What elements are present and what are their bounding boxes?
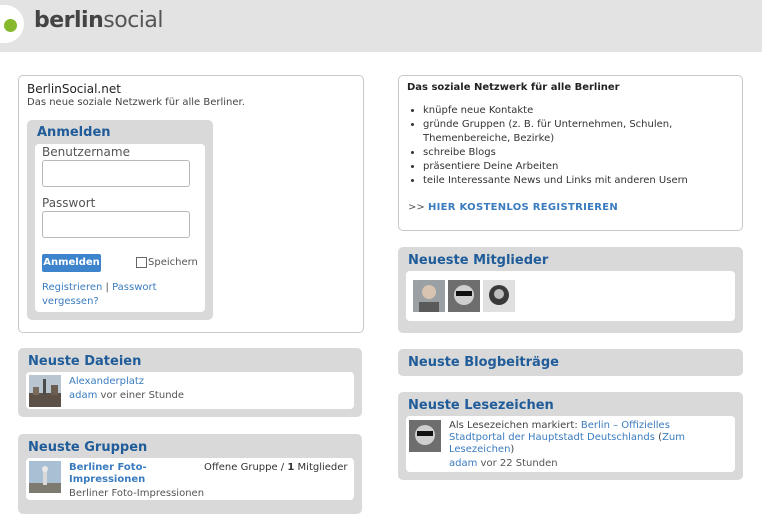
remember-checkbox[interactable]: [136, 257, 147, 268]
group-item: Berliner Foto-Impressionen Offene Gruppe…: [26, 458, 354, 500]
password-input[interactable]: [42, 211, 190, 238]
person-icon: [448, 280, 480, 312]
link-separator: |: [105, 282, 109, 293]
intro-subtitle: Das neue soziale Netzwerk für alle Berli…: [27, 97, 245, 108]
register-cta[interactable]: >> HIER KOSTENLOS REGISTRIEREN: [408, 202, 618, 213]
member-avatar[interactable]: [483, 280, 515, 312]
bookmark-close-paren: ): [510, 444, 515, 455]
bookmarks-heading: Neuste Lesezeichen: [408, 398, 554, 413]
login-button[interactable]: Anmelden: [42, 254, 101, 272]
person-icon: [409, 420, 441, 452]
bookmark-time: vor 22 Stunden: [480, 458, 558, 469]
site-logo[interactable]: berlinsocial: [34, 8, 163, 33]
file-time: vor einer Stunde: [100, 390, 185, 401]
login-panel: Anmelden Benutzername Passwort Anmelden …: [27, 120, 213, 320]
member-avatar[interactable]: [448, 280, 480, 312]
person-icon: [483, 280, 515, 312]
image-icon: [29, 461, 61, 493]
blogs-panel: Neuste Blogbeiträge: [398, 349, 743, 376]
site-header: berlinsocial: [0, 0, 762, 52]
bookmark-prefix: Als Lesezeichen markiert:: [449, 420, 578, 431]
group-thumbnail[interactable]: [29, 461, 61, 493]
files-heading: Neuste Dateien: [28, 354, 142, 369]
file-meta: adam vor einer Stunde: [69, 390, 184, 401]
bookmark-meta: adam vor 22 Stunden: [449, 458, 558, 469]
user-avatar[interactable]: [409, 420, 441, 452]
file-item: Alexanderplatz adam vor einer Stunde: [26, 372, 354, 409]
features-box: Das soziale Netzwerk für alle Berliner k…: [398, 75, 743, 231]
bookmark-text: Als Lesezeichen markiert: Berlin – Offiz…: [449, 420, 687, 456]
features-list: knüpfe neue Kontakte gründe Gruppen (z. …: [407, 104, 741, 188]
group-member-count: 1: [287, 462, 295, 473]
intro-box: BerlinSocial.net Das neue soziale Netzwe…: [18, 75, 364, 333]
group-members-label: Mitglieder: [297, 462, 348, 473]
register-cta-link[interactable]: HIER KOSTENLOS REGISTRIEREN: [428, 202, 618, 213]
list-item: knüpfe neue Kontakte: [423, 104, 741, 118]
person-icon: [413, 280, 445, 312]
file-thumbnail[interactable]: [29, 375, 61, 407]
list-item: teile Interessante News und Links mit an…: [423, 174, 741, 188]
file-title-link[interactable]: Alexanderplatz: [69, 376, 144, 387]
bookmarks-panel: Neuste Lesezeichen Als Lesezeichen marki…: [398, 392, 743, 480]
remember-label: Speichern: [148, 257, 198, 268]
list-item: schreibe Blogs: [423, 146, 741, 160]
login-form: Benutzername Passwort Anmelden Speichern…: [35, 144, 205, 312]
members-list: [406, 271, 735, 321]
list-item: gründe Gruppen (z. B. für Unternehmen, S…: [423, 118, 741, 146]
username-input[interactable]: [42, 160, 190, 187]
group-description: Berliner Foto-Impressionen: [69, 488, 205, 499]
image-icon: [29, 375, 61, 407]
group-title-link[interactable]: Berliner Foto-Impressionen: [69, 462, 187, 486]
bookmark-user-link[interactable]: adam: [449, 458, 477, 469]
bookmark-item: Als Lesezeichen markiert: Berlin – Offiz…: [406, 416, 735, 472]
blogs-heading: Neuste Blogbeiträge: [408, 355, 559, 370]
groups-panel: Neuste Gruppen Berliner Foto-Impressione…: [18, 434, 362, 514]
files-panel: Neuste Dateien Alexanderplatz adam vor e…: [18, 348, 362, 417]
logo-badge[interactable]: [0, 5, 24, 43]
members-panel: Neueste Mitglieder: [398, 247, 743, 333]
cta-arrows: >>: [408, 202, 425, 213]
password-label: Passwort: [42, 196, 96, 210]
login-links: Registrieren | Passwort vergessen?: [42, 281, 184, 309]
register-link[interactable]: Registrieren: [42, 282, 102, 293]
members-heading: Neueste Mitglieder: [408, 253, 549, 268]
group-type: Offene Gruppe /: [204, 462, 285, 473]
member-avatar[interactable]: [413, 280, 445, 312]
login-heading: Anmelden: [37, 125, 111, 140]
intro-title: BerlinSocial.net: [27, 82, 121, 96]
groups-heading: Neuste Gruppen: [28, 440, 148, 455]
file-user-link[interactable]: adam: [69, 390, 97, 401]
features-title: Das soziale Netzwerk für alle Berliner: [407, 82, 620, 93]
group-meta: Offene Gruppe / 1 Mitglieder: [204, 462, 348, 473]
username-label: Benutzername: [42, 145, 130, 159]
logo-dot-icon: [4, 19, 17, 32]
list-item: präsentiere Deine Arbeiten: [423, 160, 741, 174]
